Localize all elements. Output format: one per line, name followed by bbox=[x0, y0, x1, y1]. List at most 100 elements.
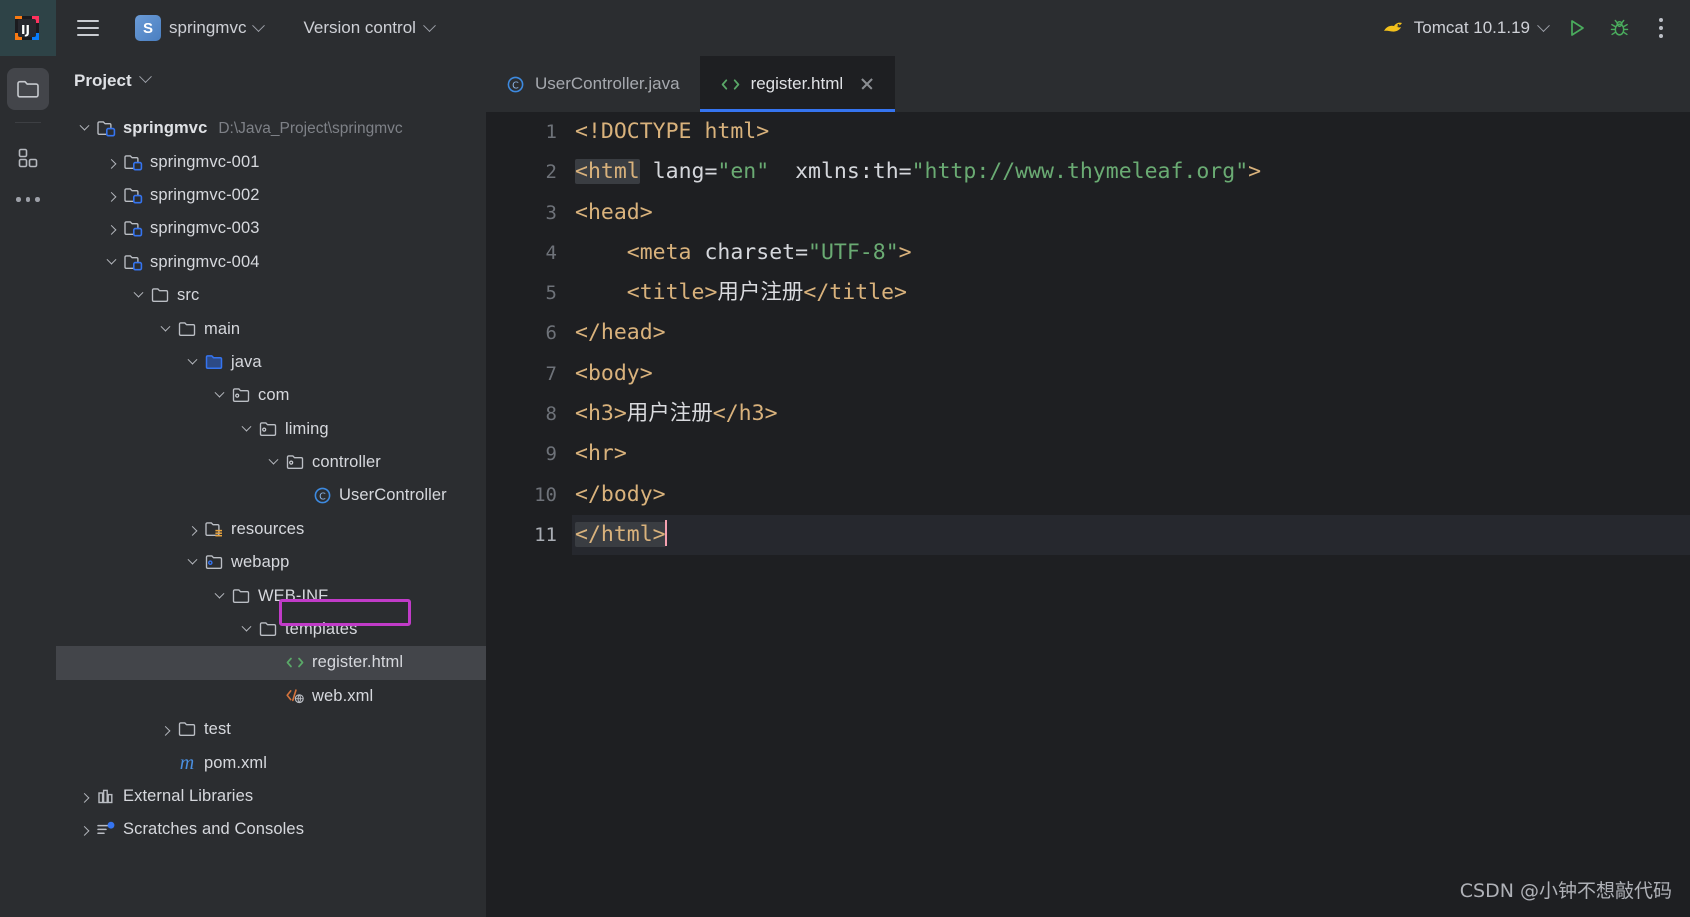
code-line[interactable]: <html lang="en" xmlns:th="http://www.thy… bbox=[572, 152, 1690, 192]
run-configuration-selector[interactable]: Tomcat 10.1.19 bbox=[1373, 13, 1556, 43]
code-line[interactable]: </body> bbox=[572, 475, 1690, 515]
debug-bug-icon bbox=[1610, 19, 1628, 36]
package-folder-icon bbox=[258, 420, 278, 438]
chevron-right-icon[interactable] bbox=[103, 154, 119, 170]
line-number: 4 bbox=[545, 241, 557, 264]
tree-item-springmvc-003[interactable]: springmvc-003 bbox=[56, 212, 486, 245]
code-line[interactable]: <body> bbox=[572, 354, 1690, 394]
tree-item-pom-xml[interactable]: m pom.xml bbox=[56, 746, 486, 779]
chevron-right-icon[interactable] bbox=[76, 822, 92, 838]
tree-item-main[interactable]: main bbox=[56, 312, 486, 345]
code-line[interactable]: <hr> bbox=[572, 434, 1690, 474]
version-control-button[interactable]: Version control bbox=[297, 14, 439, 42]
code-line[interactable]: </html> bbox=[572, 514, 1690, 556]
project-panel-header[interactable]: Project bbox=[56, 56, 486, 106]
editor-tab-usercontroller-java[interactable]: C UserController.java bbox=[486, 56, 700, 112]
code-token: <head> bbox=[575, 199, 653, 225]
tree-item-label: liming bbox=[285, 419, 329, 438]
tree-item-springmvc[interactable]: springmvc D:\Java_Project\springmvc bbox=[56, 112, 486, 145]
chevron-down-icon[interactable] bbox=[130, 287, 146, 304]
close-icon[interactable] bbox=[859, 76, 875, 92]
html-file-icon bbox=[285, 654, 305, 672]
tree-item-web-xml[interactable]: web.xml bbox=[56, 680, 486, 713]
hamburger-menu-icon[interactable] bbox=[77, 20, 99, 36]
tree-item-label: Scratches and Consoles bbox=[123, 820, 305, 839]
project-name-label: springmvc bbox=[169, 18, 247, 37]
rail-divider bbox=[15, 122, 41, 123]
tomcat-icon bbox=[1381, 18, 1405, 38]
tree-item-templates[interactable]: templates bbox=[56, 613, 486, 646]
code-token: <meta bbox=[626, 239, 692, 265]
code-line[interactable]: <head> bbox=[572, 193, 1690, 233]
package-folder-icon bbox=[259, 421, 276, 436]
chevron-down-icon bbox=[1537, 18, 1550, 32]
editor-tab-register-html[interactable]: register.html bbox=[699, 56, 896, 112]
chevron-right-icon[interactable] bbox=[184, 521, 200, 537]
tree-item-resources[interactable]: resources bbox=[56, 513, 486, 546]
rail-button-structure[interactable] bbox=[7, 137, 49, 179]
code-line[interactable]: <h3>用户注册</h3> bbox=[572, 394, 1690, 434]
debug-button[interactable] bbox=[1598, 7, 1640, 49]
resources-folder-icon bbox=[204, 522, 222, 537]
tree-item-external-libraries[interactable]: External Libraries bbox=[56, 780, 486, 813]
line-number: 1 bbox=[545, 121, 557, 143]
tree-item-webapp[interactable]: webapp bbox=[56, 546, 486, 579]
project-tool-window: Project springmvc D:\Java_Project\springm… bbox=[56, 56, 486, 917]
chevron-down-icon[interactable] bbox=[211, 388, 227, 404]
chevron-down-icon[interactable] bbox=[157, 321, 173, 337]
chevron-right-icon[interactable] bbox=[157, 722, 173, 738]
chevron-down-icon[interactable] bbox=[184, 354, 200, 370]
code-token: 用户注册 bbox=[717, 280, 804, 306]
chevron-down-icon[interactable] bbox=[265, 454, 281, 471]
more-options-button[interactable] bbox=[1640, 7, 1682, 49]
svg-text:C: C bbox=[512, 80, 519, 91]
editor-code-content[interactable]: <!DOCTYPE html> <html lang="en" xmlns:th=… bbox=[572, 112, 1690, 917]
tree-item-label: templates bbox=[285, 620, 358, 639]
code-line[interactable]: </head> bbox=[572, 313, 1690, 353]
tree-item-liming[interactable]: liming bbox=[56, 413, 486, 446]
tree-item-com[interactable]: com bbox=[56, 379, 486, 412]
code-line[interactable]: <!DOCTYPE html> bbox=[572, 112, 1690, 152]
tree-item-register-html[interactable]: register.html bbox=[56, 646, 486, 680]
rail-more-icon[interactable] bbox=[16, 197, 40, 202]
code-line[interactable]: <title>用户注册</title> bbox=[572, 273, 1690, 313]
chevron-right-icon[interactable] bbox=[76, 789, 92, 805]
tree-item-springmvc-002[interactable]: springmvc-002 bbox=[56, 179, 486, 212]
tree-item-controller[interactable]: controller bbox=[56, 446, 486, 479]
tree-item-path: D:\Java_Project\springmvc bbox=[218, 119, 403, 137]
tree-item-web-inf[interactable]: WEB-INF bbox=[56, 579, 486, 612]
scratches-icon bbox=[96, 821, 116, 839]
tree-item-src[interactable]: src bbox=[56, 279, 486, 312]
project-selector-button[interactable]: S springmvc bbox=[129, 11, 269, 45]
module-folder-icon bbox=[123, 221, 142, 237]
ide-window: IJ S springmvc Version control Tomcat 10… bbox=[0, 0, 1690, 917]
libraries-icon bbox=[96, 788, 116, 806]
chevron-right-icon[interactable] bbox=[103, 187, 119, 203]
chevron-down-icon[interactable] bbox=[76, 120, 92, 137]
chevron-down-icon bbox=[252, 18, 266, 32]
run-button[interactable] bbox=[1556, 7, 1598, 49]
tree-item-scratches-and-consoles[interactable]: Scratches and Consoles bbox=[56, 813, 486, 846]
package-folder-icon bbox=[231, 387, 251, 405]
tree-item-test[interactable]: test bbox=[56, 713, 486, 746]
tree-item-java[interactable]: java bbox=[56, 346, 486, 379]
tree-item-springmvc-001[interactable]: springmvc-001 bbox=[56, 145, 486, 178]
chevron-down-icon[interactable] bbox=[184, 554, 200, 571]
maven-pom-icon: m bbox=[179, 752, 195, 775]
code-line[interactable]: <meta charset="UTF-8"> bbox=[572, 233, 1690, 273]
tree-item-label: src bbox=[177, 286, 200, 305]
rail-button-project[interactable] bbox=[7, 68, 49, 110]
java-class-icon: C bbox=[506, 75, 525, 94]
tree-item-usercontroller[interactable]: C UserController bbox=[56, 479, 486, 512]
chevron-down-icon[interactable] bbox=[103, 254, 119, 270]
chevron-down-icon[interactable] bbox=[238, 421, 254, 437]
editor-code-area[interactable]: 1 2 3 4 5 6 7 8 9 10 11 <!DOCTYPE html> <html lang=… bbox=[486, 112, 1690, 917]
csdn-watermark: CSDN @小钟不想敲代码 bbox=[1459, 880, 1672, 902]
chevron-right-icon[interactable] bbox=[103, 221, 119, 237]
tree-item-springmvc-004[interactable]: springmvc-004 bbox=[56, 246, 486, 279]
code-token: <hr> bbox=[575, 441, 627, 467]
chevron-down-icon[interactable] bbox=[211, 588, 227, 604]
chevron-down-icon[interactable] bbox=[238, 621, 254, 638]
